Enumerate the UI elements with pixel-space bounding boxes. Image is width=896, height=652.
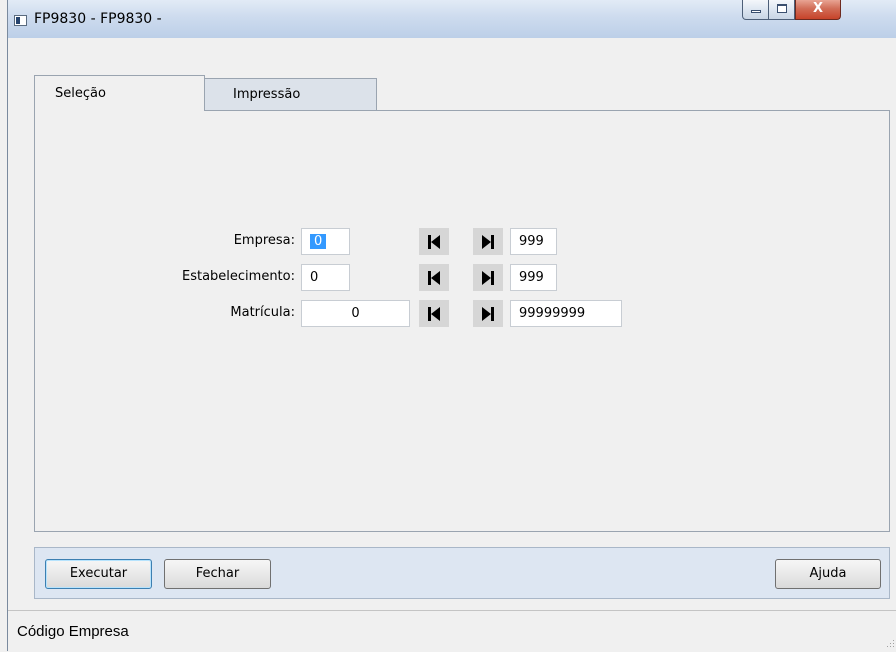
resize-grip-icon[interactable] bbox=[885, 638, 895, 648]
empresa-last-button[interactable] bbox=[473, 228, 503, 255]
skip-last-icon bbox=[482, 235, 494, 249]
empresa-label: Empresa: bbox=[233, 233, 295, 248]
skip-first-icon bbox=[428, 271, 440, 285]
tab-selecao[interactable]: Seleção bbox=[34, 75, 205, 111]
skip-first-icon bbox=[428, 307, 440, 321]
window-title: FP9830 - FP9830 - bbox=[34, 11, 162, 27]
skip-last-icon bbox=[482, 271, 494, 285]
app-icon[interactable] bbox=[14, 15, 27, 26]
tab-impressao[interactable]: Impressão bbox=[205, 78, 377, 111]
empresa-first-button[interactable] bbox=[419, 228, 449, 255]
empresa-from-input[interactable]: 0 bbox=[301, 228, 350, 255]
status-bar: Código Empresa bbox=[8, 610, 896, 652]
execute-button[interactable]: Executar bbox=[45, 559, 152, 589]
estabelecimento-to-input[interactable]: 999 bbox=[510, 264, 557, 291]
matricula-to-input[interactable]: 99999999 bbox=[510, 300, 622, 327]
minimize-icon bbox=[751, 10, 761, 13]
estabelecimento-from-input[interactable]: 0 bbox=[301, 264, 350, 291]
client-area: Seleção Impressão Empresa: 0 999 Estabel… bbox=[8, 38, 896, 652]
title-bar[interactable]: FP9830 - FP9830 - X bbox=[8, 0, 896, 38]
tab-label: Seleção bbox=[55, 86, 106, 101]
status-text: Código Empresa bbox=[17, 623, 129, 640]
tab-label: Impressão bbox=[233, 87, 301, 102]
help-button[interactable]: Ajuda bbox=[775, 559, 881, 589]
main-window: FP9830 - FP9830 - X Seleção Impressão Em… bbox=[7, 0, 896, 652]
minimize-button[interactable] bbox=[742, 0, 769, 20]
matricula-label: Matrícula: bbox=[230, 305, 295, 320]
empresa-to-input[interactable]: 999 bbox=[510, 228, 557, 255]
matricula-last-button[interactable] bbox=[473, 300, 503, 327]
button-bar: Executar Fechar Ajuda bbox=[34, 547, 890, 599]
maximize-icon bbox=[777, 4, 787, 13]
close-window-button[interactable]: X bbox=[795, 0, 841, 20]
estabelecimento-last-button[interactable] bbox=[473, 264, 503, 291]
skip-last-icon bbox=[482, 307, 494, 321]
close-button[interactable]: Fechar bbox=[164, 559, 271, 589]
estabelecimento-label: Estabelecimento: bbox=[181, 269, 295, 284]
skip-first-icon bbox=[428, 235, 440, 249]
maximize-button[interactable] bbox=[769, 0, 795, 20]
matricula-from-input[interactable]: 0 bbox=[301, 300, 410, 327]
matricula-first-button[interactable] bbox=[419, 300, 449, 327]
estabelecimento-first-button[interactable] bbox=[419, 264, 449, 291]
selection-panel: Empresa: 0 999 Estabelecimento: 0 999 Ma… bbox=[34, 110, 890, 532]
close-icon: X bbox=[812, 1, 824, 16]
